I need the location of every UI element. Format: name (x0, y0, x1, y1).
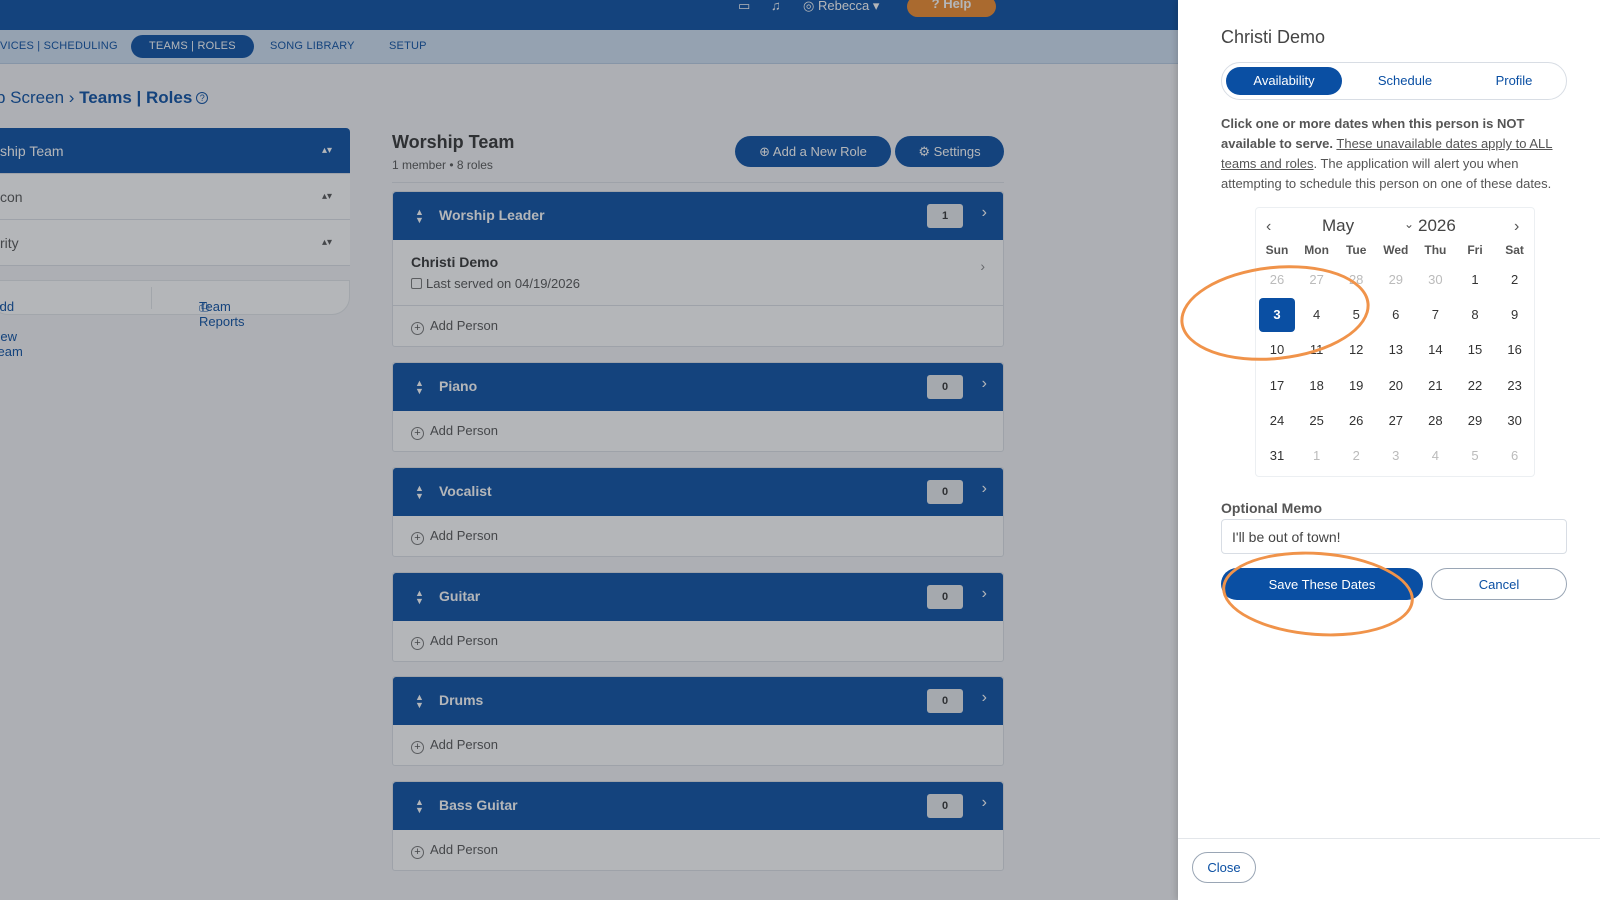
modal-overlay[interactable] (0, 0, 1178, 900)
calendar-day[interactable]: 6 (1378, 298, 1414, 332)
calendar-day[interactable]: 3 (1378, 439, 1414, 473)
calendar-day[interactable]: 25 (1299, 404, 1335, 438)
year-select[interactable]: 2026 (1418, 216, 1456, 236)
availability-instructions: Click one or more dates when this person… (1221, 116, 1553, 191)
weekday-label: Sat (1505, 243, 1524, 257)
calendar-day[interactable]: 6 (1497, 439, 1533, 473)
calendar-day[interactable]: 9 (1497, 298, 1533, 332)
tab-schedule[interactable]: Schedule (1350, 67, 1460, 95)
calendar-day[interactable]: 30 (1417, 263, 1453, 297)
calendar-day[interactable]: 20 (1378, 369, 1414, 403)
cancel-button[interactable]: Cancel (1431, 568, 1567, 600)
calendar-day[interactable]: 16 (1497, 333, 1533, 367)
calendar-day[interactable]: 21 (1417, 369, 1453, 403)
calendar-day[interactable]: 10 (1259, 333, 1295, 367)
calendar-day[interactable]: 1 (1457, 263, 1493, 297)
person-panel: Christi Demo Availability Schedule Profi… (1178, 0, 1600, 900)
chevron-down-icon[interactable]: ⌄ (1404, 217, 1414, 231)
calendar-day[interactable]: 27 (1299, 263, 1335, 297)
calendar-day[interactable]: 28 (1417, 404, 1453, 438)
calendar-day[interactable]: 18 (1299, 369, 1335, 403)
panel-tabs: Availability Schedule Profile (1221, 62, 1567, 100)
calendar-day[interactable]: 1 (1299, 439, 1335, 473)
calendar-day[interactable]: 12 (1338, 333, 1374, 367)
calendar-day[interactable]: 29 (1378, 263, 1414, 297)
calendar-day[interactable]: 7 (1417, 298, 1453, 332)
calendar-day[interactable]: 17 (1259, 369, 1295, 403)
calendar-day[interactable]: 2 (1338, 439, 1374, 473)
calendar-day[interactable]: 30 (1497, 404, 1533, 438)
memo-input[interactable] (1221, 519, 1567, 554)
background-app: ▭ ♫ ◎ Rebecca ▾ ? Help VICES | SCHEDULIN… (0, 0, 1178, 900)
calendar-day[interactable]: 27 (1378, 404, 1414, 438)
month-select[interactable]: May (1322, 216, 1354, 236)
chevron-left-icon[interactable]: ‹ (1266, 218, 1271, 236)
calendar-day[interactable]: 11 (1299, 333, 1335, 367)
calendar-day[interactable]: 3 (1259, 298, 1295, 333)
calendar-day[interactable]: 23 (1497, 369, 1533, 403)
date-picker: ‹ May ⌄ 2026 › Sun Mon Tue Wed Thu Fri Sat 26 2… (1255, 207, 1535, 477)
calendar-day[interactable]: 14 (1417, 333, 1453, 367)
calendar-day[interactable]: 15 (1457, 333, 1493, 367)
calendar-day[interactable]: 4 (1417, 439, 1453, 473)
calendar-day[interactable]: 5 (1457, 439, 1493, 473)
divider (1178, 838, 1600, 839)
calendar-day[interactable]: 13 (1378, 333, 1414, 367)
calendar-day[interactable]: 19 (1338, 369, 1374, 403)
calendar-day[interactable]: 31 (1259, 439, 1295, 473)
memo-label: Optional Memo (1221, 500, 1323, 516)
calendar-day[interactable]: 28 (1338, 263, 1374, 297)
calendar-day[interactable]: 4 (1299, 298, 1335, 332)
weekday-label: Wed (1383, 243, 1409, 257)
weekday-label: Mon (1304, 243, 1329, 257)
weekday-label: Thu (1424, 243, 1447, 257)
save-dates-button[interactable]: Save These Dates (1221, 568, 1423, 600)
weekday-label: Sun (1265, 243, 1289, 257)
calendar-day[interactable]: 26 (1338, 404, 1374, 438)
calendar-day[interactable]: 8 (1457, 298, 1493, 332)
calendar-day[interactable]: 2 (1497, 263, 1533, 297)
chevron-right-icon[interactable]: › (1514, 218, 1519, 236)
calendar-day[interactable]: 5 (1338, 298, 1374, 332)
calendar-day[interactable]: 22 (1457, 369, 1493, 403)
calendar-day[interactable]: 24 (1259, 404, 1295, 438)
close-button[interactable]: Close (1192, 852, 1256, 883)
weekday-label: Tue (1345, 243, 1367, 257)
tab-availability[interactable]: Availability (1226, 67, 1342, 95)
weekday-label: Fri (1467, 243, 1483, 257)
tab-profile[interactable]: Profile (1466, 67, 1562, 95)
panel-title: Christi Demo (1221, 27, 1326, 47)
calendar-day[interactable]: 26 (1259, 263, 1295, 297)
calendar-day[interactable]: 29 (1457, 404, 1493, 438)
